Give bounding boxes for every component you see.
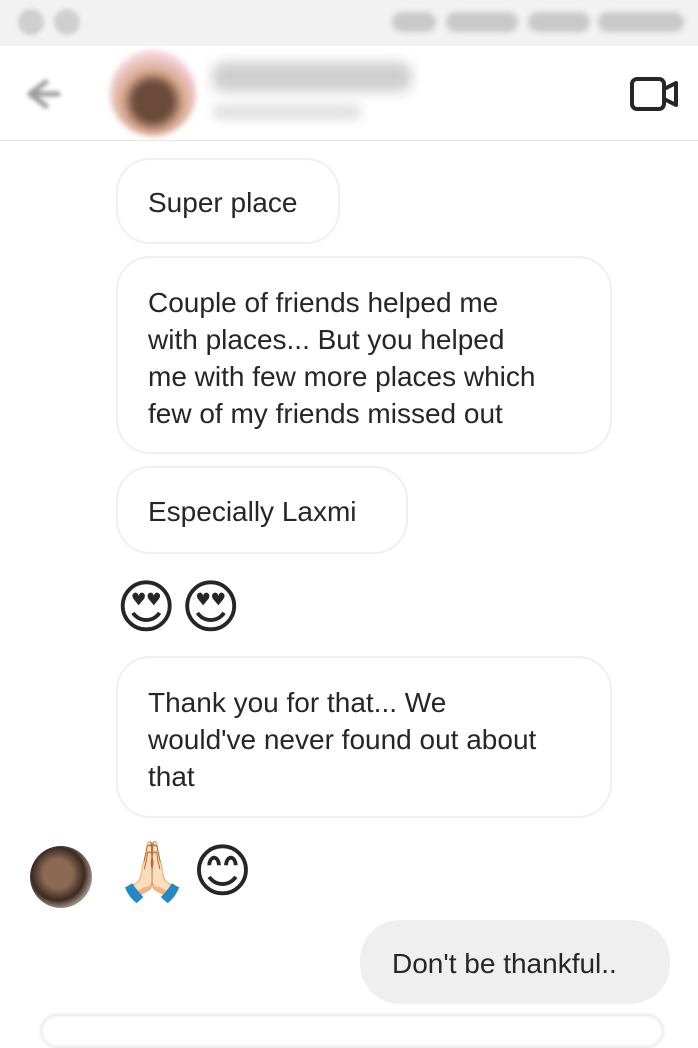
video-call-button[interactable] xyxy=(630,74,680,114)
emoji-message[interactable]: 😍😍 xyxy=(116,572,245,642)
message-bubble[interactable]: Super place xyxy=(116,158,340,244)
signal-icon xyxy=(446,12,518,32)
sender-avatar[interactable] xyxy=(30,846,92,908)
sent-message-bubble[interactable]: Don't be thankful.. xyxy=(360,920,670,1004)
contact-avatar[interactable] xyxy=(110,50,196,136)
message-bubble[interactable]: Thank you for that... We would've never … xyxy=(116,656,612,818)
message-text: Especially Laxmi xyxy=(148,496,357,527)
arrow-left-icon xyxy=(27,79,61,109)
message-text: Thank you for that... We would've never … xyxy=(148,687,537,792)
conversation-header xyxy=(0,46,698,141)
status-icon xyxy=(392,12,436,32)
message-text: Don't be thankful.. xyxy=(392,948,617,979)
emoji-message[interactable]: 🙏🏻😊 xyxy=(116,836,257,906)
status-time xyxy=(598,12,684,32)
notification-icon xyxy=(54,9,80,35)
video-camera-icon xyxy=(630,77,678,111)
message-bubble[interactable]: Couple of friends helped me with places.… xyxy=(116,256,612,454)
message-bubble[interactable]: Especially Laxmi xyxy=(116,466,408,554)
status-bar xyxy=(0,0,698,46)
message-text: Super place xyxy=(148,187,298,218)
battery-icon xyxy=(528,12,590,32)
back-button[interactable] xyxy=(16,70,64,118)
contact-name[interactable] xyxy=(212,62,412,92)
notification-icon xyxy=(18,9,44,35)
message-composer[interactable] xyxy=(40,1014,664,1048)
contact-status xyxy=(212,104,362,120)
message-text: Couple of friends helped me with places.… xyxy=(148,287,536,429)
